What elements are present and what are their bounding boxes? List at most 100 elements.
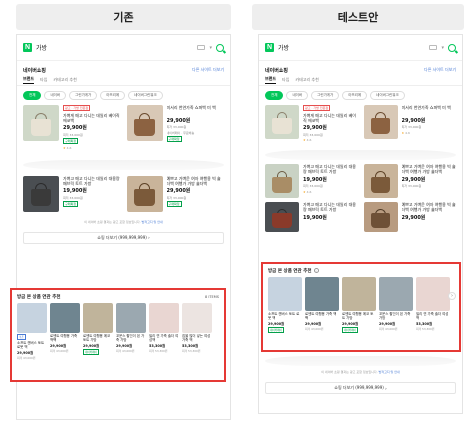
product-grid: 광고 · 가방 전문점 가벼게 매고 다니는 데일리 베이직 에코백 29,90… (17, 105, 230, 154)
reco-card[interactable]: 빌리 연 가죽 숄더 여성백 53,300원 최저 53,300원 (416, 277, 450, 333)
product-name[interactable]: 가벼고 매고 다니는 데일리 대용량 패브릭 토트 가방 (63, 176, 121, 186)
reco-card[interactable]: 빌리 연 가죽 숄더 여성백 53,300원 최저 53,300원 (149, 303, 179, 360)
reco-card[interactable]: 집을 많이 넣는 여성 가죽 백 53,300원 최저 53,300원 (182, 303, 212, 360)
product-name[interactable]: 미서리 천연가죽 쇼퍼백 미 백 (167, 105, 216, 115)
product-name[interactable]: 예쁘고 가벼운 여자 여행용 빅 숄더백 여행가 가방 숄더백 (167, 176, 225, 186)
reco-card[interactable]: 꼬운스 할인이 된 가죽 가방 29,900원 최저 43,000원 (379, 277, 413, 333)
product-card[interactable]: 예쁘고 가벼운 여자 여행용 빅 숄더백 여행가 가방 숄더백 29,900원 (363, 202, 457, 232)
product-card[interactable]: 미서리 천연가죽 쇼퍼백 미 백 29,900원 최저 33,000원 네이버페… (126, 105, 225, 150)
reco-image[interactable] (342, 277, 376, 311)
product-name[interactable]: 가벼게 매고 다니는 데일리 베이직 에코백 (303, 113, 358, 123)
reco-image[interactable] (116, 303, 146, 333)
reco-card[interactable]: 로엔트 여행용 가죽 백팩 29,900원 최저 43,000원 (305, 277, 339, 333)
chip-all[interactable]: 전체 (265, 91, 284, 100)
naver-logo[interactable]: N (265, 43, 274, 52)
chip-naver[interactable]: 네이버 (44, 91, 67, 100)
search-icon[interactable] (448, 43, 456, 52)
reco-name[interactable]: 꼬운스 할인이 된 가죽 가방 (116, 334, 146, 342)
chip-all[interactable]: 전체 (23, 91, 42, 100)
search-query[interactable]: 가방 (278, 43, 289, 52)
reco-name[interactable]: 소프트 캔버스 토트 로봇 백 (268, 312, 302, 320)
product-image[interactable] (363, 105, 398, 139)
tab-type[interactable]: 타입 (40, 77, 47, 83)
reco-name[interactable]: 로엔트 여행용 에코 토트 가방 (83, 334, 113, 342)
reco-name[interactable]: 빌리 연 가죽 숄더 여성백 (416, 312, 450, 320)
naver-logo[interactable]: N (23, 43, 32, 52)
product-card[interactable]: 가벼고 매고 다니는 데일리 대용량 패브릭 토트 가방 19,900원 최저 … (23, 175, 121, 212)
chevron-down-icon[interactable]: ▾ (441, 45, 444, 51)
product-image[interactable] (265, 105, 299, 139)
product-image[interactable] (23, 175, 59, 212)
product-card[interactable]: 미서리 천연가죽 쇼퍼백 미 백 29,900원 최저 33,000원 ★ 4.… (363, 105, 457, 142)
reco-image[interactable] (149, 303, 179, 333)
search-icon[interactable] (216, 43, 224, 52)
product-image[interactable] (23, 105, 59, 141)
reco-name[interactable]: 로엔트 여행용 에코 토트 가방 (342, 312, 376, 320)
product-name[interactable]: 가벼고 매고 다니는 데일리 대용량 패브릭 토트 가방 (303, 202, 358, 212)
product-name[interactable]: 예쁘고 가벼운 여자 여행용 빅 숄더백 여행가 가방 숄더백 (402, 164, 457, 174)
chip-greenwalk[interactable]: 네이버그린워크 (128, 91, 163, 100)
tab-category[interactable]: 카테고리 추천 (53, 77, 76, 83)
tab-brand[interactable]: 브랜드 (23, 76, 35, 84)
reco-card[interactable]: 로엔트 여행용 가죽 백팩 29,900원 최저 43,000원 (50, 303, 80, 360)
product-image[interactable] (265, 164, 299, 198)
product-name[interactable]: 가벼게 매고 다니는 데일리 베이직 에코백 (63, 113, 121, 123)
chip-naver[interactable]: 네이버 (286, 91, 309, 100)
chip-green[interactable]: 그린가게가 (311, 91, 340, 100)
reco-image[interactable] (305, 277, 339, 311)
reco-card[interactable]: 꼬운스 할인이 된 가죽 가방 29,900원 최저 43,000원 (116, 303, 146, 360)
chip-atelier[interactable]: 아뜨리에 (342, 91, 368, 100)
product-image[interactable] (126, 105, 163, 141)
chevron-right-icon[interactable]: › (448, 292, 456, 300)
product-card[interactable]: 가벼고 매고 다니는 데일리 대용량 패브릭 토트 가방 19,900원 최저 … (265, 164, 358, 198)
legal-notice-link[interactable]: 법적고지 및 안내 (379, 370, 400, 374)
reco-card[interactable]: 소프트 캔버스 토트 로봇 백 29,900원 네이버페이 (268, 277, 302, 334)
reco-name[interactable]: 집을 많이 넣는 여성 가죽 백 (182, 334, 212, 342)
chevron-down-icon[interactable]: ▾ (209, 45, 212, 51)
reco-image[interactable] (83, 303, 113, 333)
reco-name[interactable]: 로엔트 여행용 가죽 백팩 (50, 334, 80, 342)
product-card[interactable]: 가벼고 매고 다니는 데일리 대용량 패브릭 토트 가방 19,900원 (265, 202, 358, 232)
reco-name[interactable]: 로엔트 여행용 가죽 백팩 (305, 312, 339, 320)
shopping-more-button[interactable]: 쇼핑 더보기 (999,999,999) › (23, 231, 224, 244)
keyboard-icon[interactable] (429, 45, 438, 50)
product-image[interactable] (363, 164, 398, 198)
search-query[interactable]: 가방 (36, 43, 47, 52)
chip-green[interactable]: 그린가게가 (69, 91, 98, 100)
product-image[interactable] (363, 202, 398, 232)
tab-brand[interactable]: 브랜드 (265, 76, 277, 84)
star-icon: ★ (303, 189, 306, 194)
product-name[interactable]: 미서리 천연가죽 쇼퍼백 미 백 (402, 105, 451, 115)
product-card[interactable]: 광고 · 가방 전문점 가벼게 매고 다니는 데일리 베이직 에코백 29,90… (265, 105, 358, 142)
product-card[interactable]: 예쁘고 가벼운 여자 여행용 빅 숄더백 여행가 가방 숄더백 29,900원 … (126, 175, 225, 212)
reco-price: 29,900원 (268, 322, 285, 327)
reco-card[interactable]: 로엔트 여행용 에코 토트 가방 29,900원 네이버페이 (342, 277, 376, 334)
product-name[interactable]: 가벼고 매고 다니는 데일리 대용량 패브릭 토트 가방 (303, 164, 358, 174)
legal-notice-link[interactable]: 법적고지 및 안내 (142, 220, 163, 224)
reco-name[interactable]: 소프트 캔버스 토트 로봇 백 (17, 341, 47, 349)
shopping-more-button[interactable]: 쇼핑 더보기 (999,999,999) › (265, 382, 456, 394)
reco-image[interactable] (17, 303, 47, 333)
tab-category[interactable]: 카테고리 추천 (295, 77, 318, 83)
reco-image[interactable] (416, 277, 450, 311)
reco-card[interactable]: 쿠폰 소프트 캔버스 토트 로봇 백 29,900원 최저 43,000원 (17, 303, 47, 360)
product-image[interactable] (265, 202, 299, 232)
tab-type[interactable]: 타입 (282, 77, 289, 83)
more-sites-link[interactable]: 다른 사이트 더보기 (192, 67, 224, 73)
product-card[interactable]: 광고 · 가방 전문점 가벼게 매고 다니는 데일리 베이직 에코백 29,90… (23, 105, 121, 150)
more-sites-link[interactable]: 다른 사이트 더보기 (424, 67, 456, 73)
info-icon[interactable]: i (313, 268, 319, 273)
reco-image[interactable] (182, 303, 212, 333)
reco-image[interactable] (50, 303, 80, 333)
reco-image[interactable] (379, 277, 413, 311)
chip-greenwalk[interactable]: 네이버그린워크 (370, 91, 405, 100)
reco-name[interactable]: 빌리 연 가죽 숄더 여성백 (149, 334, 179, 342)
product-name[interactable]: 예쁘고 가벼운 여자 여행용 빅 숄더백 여행가 가방 숄더백 (402, 202, 457, 212)
reco-name[interactable]: 꼬운스 할인이 된 가죽 가방 (379, 312, 413, 320)
product-image[interactable] (126, 175, 163, 212)
keyboard-icon[interactable] (197, 45, 206, 50)
reco-image[interactable] (268, 277, 302, 311)
reco-card[interactable]: 로엔트 여행용 에코 토트 가방 29,900원 네이버페이 (83, 303, 113, 360)
chip-atelier[interactable]: 아뜨리에 (100, 91, 126, 100)
product-card[interactable]: 예쁘고 가벼운 여자 여행용 빅 숄더백 여행가 가방 숄더백 29,900원 … (363, 164, 457, 198)
